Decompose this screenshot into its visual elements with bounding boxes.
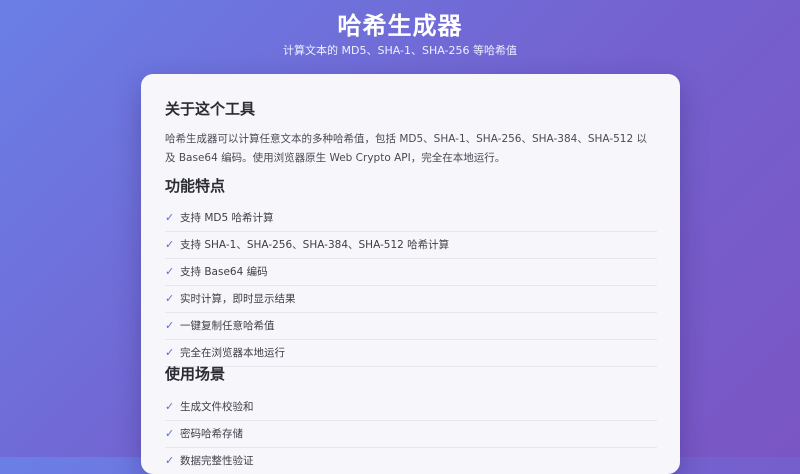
- usecase-item: ✓ 生成文件校验和: [165, 394, 657, 421]
- info-card: 关于这个工具 哈希生成器可以计算任意文本的多种哈希值，包括 MD5、SHA-1、…: [141, 74, 680, 474]
- feature-item: ✓ 一键复制任意哈希值: [165, 313, 657, 340]
- usecases-list: ✓ 生成文件校验和 ✓ 密码哈希存储 ✓ 数据完整性验证: [165, 394, 657, 474]
- about-heading: 关于这个工具: [165, 100, 256, 118]
- feature-label: 支持 MD5 哈希计算: [180, 212, 274, 224]
- check-icon: ✓: [165, 427, 175, 440]
- about-description: 哈希生成器可以计算任意文本的多种哈希值，包括 MD5、SHA-1、SHA-256…: [165, 133, 648, 164]
- features-list: ✓ 支持 MD5 哈希计算 ✓ 支持 SHA-1、SHA-256、SHA-384、S…: [165, 205, 657, 367]
- feature-item: ✓ 完全在浏览器本地运行: [165, 340, 657, 367]
- feature-label: 支持 Base64 编码: [180, 266, 268, 278]
- page-subtitle: 计算文本的 MD5、SHA-1、SHA-256 等哈希值: [283, 44, 517, 57]
- check-icon: ✓: [165, 265, 175, 278]
- check-icon: ✓: [165, 319, 175, 332]
- feature-item: ✓ 支持 MD5 哈希计算: [165, 205, 657, 232]
- usecase-item: ✓ 密码哈希存储: [165, 421, 657, 448]
- feature-label: 一键复制任意哈希值: [180, 320, 275, 332]
- feature-label: 实时计算，即时显示结果: [180, 293, 296, 305]
- usecase-item: ✓ 数据完整性验证: [165, 448, 657, 474]
- feature-item: ✓ 实时计算，即时显示结果: [165, 286, 657, 313]
- check-icon: ✓: [165, 238, 175, 251]
- features-heading: 功能特点: [165, 177, 226, 195]
- feature-label: 支持 SHA-1、SHA-256、SHA-384、SHA-512 哈希计算: [180, 239, 450, 251]
- usecases-heading: 使用场景: [165, 365, 226, 383]
- feature-item: ✓ 支持 SHA-1、SHA-256、SHA-384、SHA-512 哈希计算: [165, 232, 657, 259]
- page-title: 哈希生成器: [337, 12, 463, 40]
- usecase-label: 数据完整性验证: [180, 455, 254, 467]
- check-icon: ✓: [165, 211, 175, 224]
- check-icon: ✓: [165, 454, 175, 467]
- feature-item: ✓ 支持 Base64 编码: [165, 259, 657, 286]
- usecase-label: 生成文件校验和: [180, 401, 254, 413]
- check-icon: ✓: [165, 292, 175, 305]
- usecase-label: 密码哈希存储: [180, 428, 243, 440]
- check-icon: ✓: [165, 400, 175, 413]
